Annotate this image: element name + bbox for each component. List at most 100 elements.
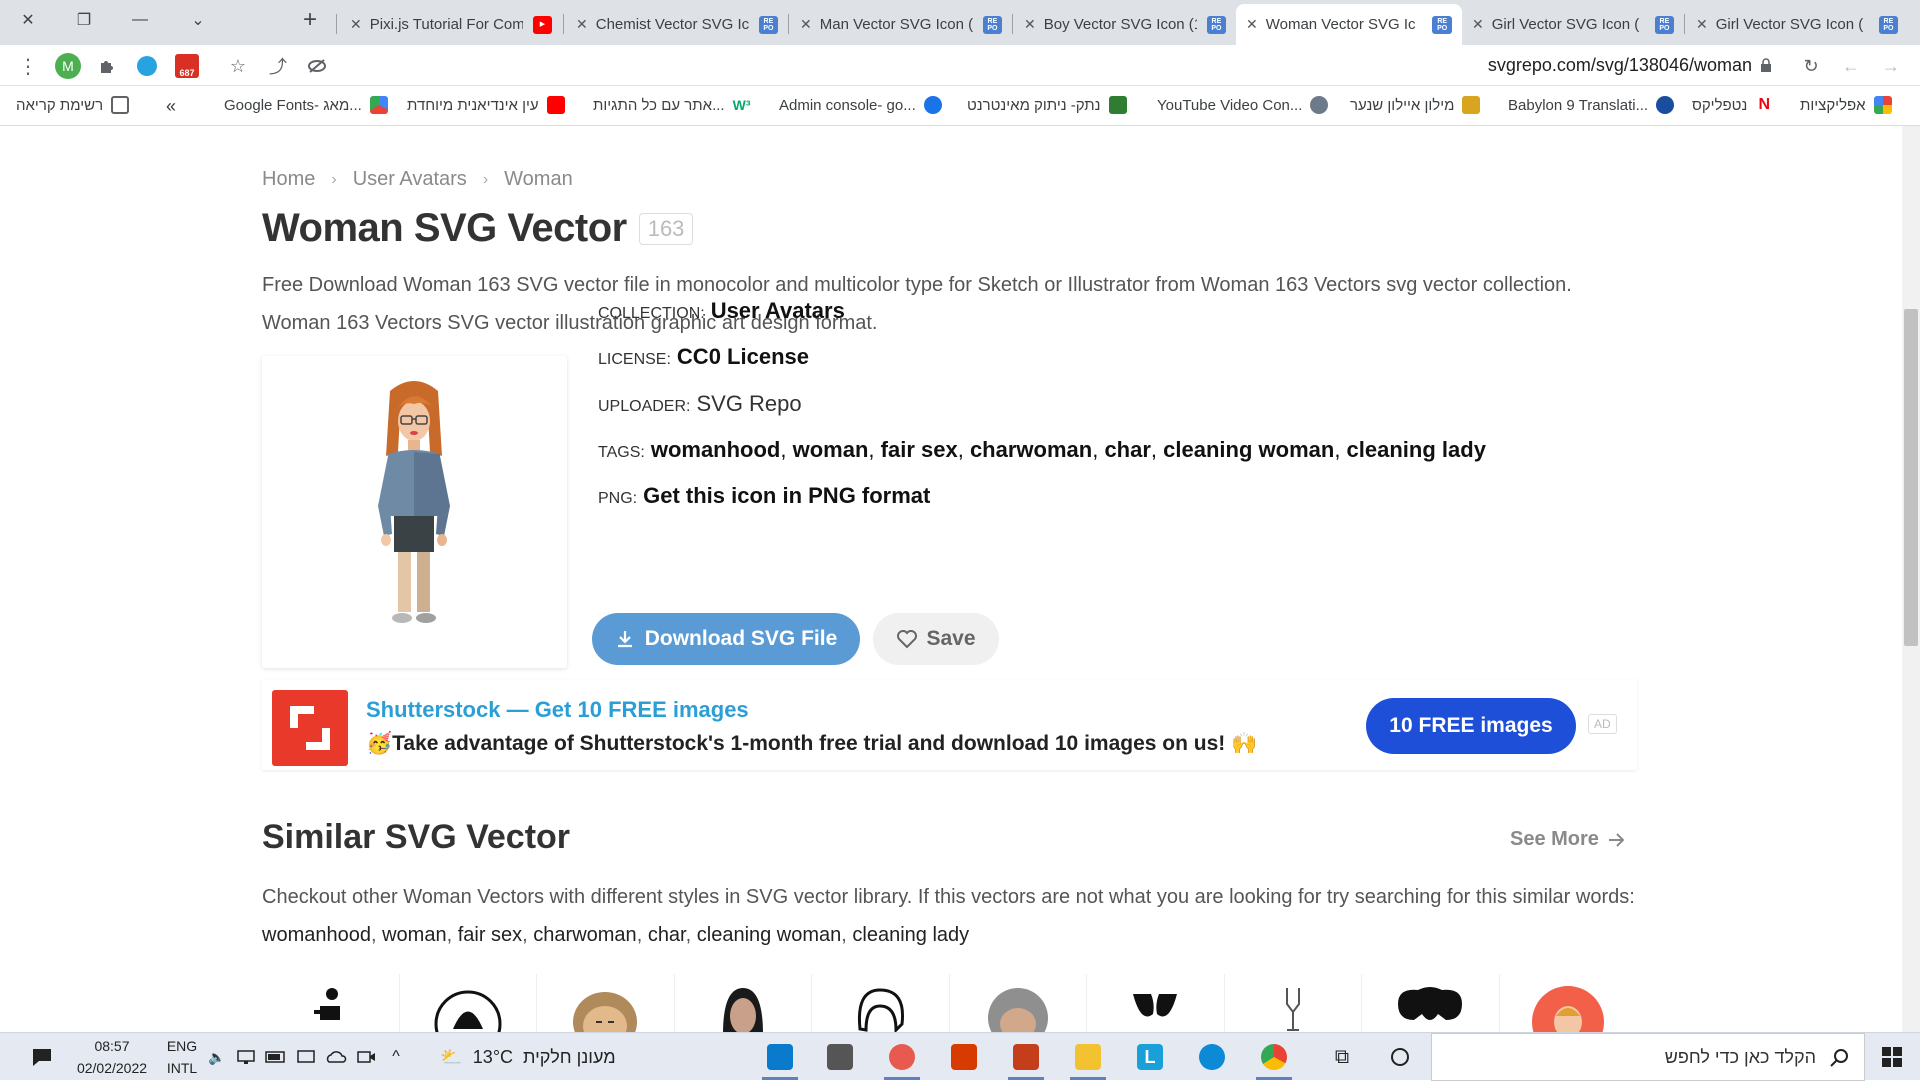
page-scrollbar[interactable] [1902, 126, 1920, 1032]
forward-arrow-icon[interactable]: → [1877, 52, 1905, 80]
similar-tag-link[interactable]: fair sex [458, 924, 522, 946]
similar-tag-link[interactable]: woman [382, 924, 446, 946]
eye-off-icon[interactable] [303, 52, 331, 80]
gmail-extension-icon[interactable]: 687 [173, 52, 201, 80]
bookmark-apps[interactable]: אפליקציות [1800, 96, 1892, 114]
similar-tag-link[interactable]: char [648, 924, 686, 946]
ad-cta-button[interactable]: 10 FREE images [1366, 698, 1576, 754]
tab-man[interactable]: ✕ Man Vector SVG Icon (1 RE PO [790, 4, 1012, 45]
close-tab-icon[interactable]: ✕ [1696, 16, 1708, 33]
new-tab-plus-icon[interactable]: + [282, 0, 338, 40]
bookmark-reading-list[interactable]: רשימת קריאה [16, 96, 130, 114]
vscode-app[interactable] [758, 1034, 802, 1080]
windows-start-icon[interactable] [1874, 1041, 1910, 1073]
snipping-tool-app[interactable] [880, 1034, 924, 1080]
bookmark-star-icon[interactable]: ☆ [224, 52, 252, 80]
similar-tag-link[interactable]: womanhood [262, 924, 371, 946]
restore-window-icon[interactable]: ❐ [56, 0, 112, 40]
similar-icon-thumb[interactable] [400, 974, 537, 1032]
close-tab-icon[interactable]: ✕ [1024, 16, 1036, 33]
scrollbar-thumb[interactable] [1904, 309, 1918, 646]
tag-link[interactable]: womanhood [651, 437, 781, 462]
minimize-window-icon[interactable]: — [112, 0, 168, 40]
breadcrumb-user-avatars[interactable]: User Avatars [353, 168, 467, 191]
bookmark-disconnect[interactable]: נתק- ניתוק מאינטרנט [967, 96, 1127, 114]
breadcrumb-woman[interactable]: Woman [504, 168, 573, 191]
tag-link[interactable]: cleaning woman [1163, 437, 1334, 462]
tab-search-chevron-icon[interactable]: ⌄ [170, 0, 226, 40]
presentation-app[interactable] [1004, 1034, 1048, 1080]
tag-link[interactable]: charwoman [970, 437, 1092, 462]
clock[interactable]: 08:57 02/02/2022 [72, 1038, 152, 1076]
bookmark-w3[interactable]: אתר עם כל התגיות... W³ [593, 96, 751, 114]
show-hidden-icons-chevron-icon[interactable]: ^ [384, 1041, 408, 1073]
chrome-app[interactable] [1252, 1034, 1296, 1080]
bookmark-admin-console[interactable]: Admin console- go... [779, 96, 942, 114]
ad-title[interactable]: Shutterstock — Get 10 FREE images [366, 697, 749, 723]
address-bar-url[interactable]: svgrepo.com/svg/138046/woman [1488, 55, 1752, 76]
tag-link[interactable]: char [1104, 437, 1150, 462]
cortana-icon[interactable] [1378, 1041, 1422, 1073]
bookmark-youtube[interactable]: עין אינדיאנית מיוחדת [407, 96, 565, 114]
shutterstock-ad[interactable]: Shutterstock — Get 10 FREE images 🥳Take … [262, 680, 1637, 770]
bookmark-youtube-converter[interactable]: YouTube Video Con... [1157, 96, 1329, 114]
edge-app[interactable] [1190, 1034, 1234, 1080]
display-settings-icon[interactable] [294, 1041, 318, 1073]
tab-boy[interactable]: ✕ Boy Vector SVG Icon (1 RE PO [1014, 4, 1236, 45]
close-tab-icon[interactable]: ✕ [800, 16, 812, 33]
bookmark-netflix[interactable]: נטפליקס N [1692, 96, 1774, 114]
similar-tag-link[interactable]: cleaning woman [697, 924, 842, 946]
weather-extension-icon[interactable] [133, 52, 161, 80]
back-arrow-icon[interactable]: ← [1837, 52, 1865, 80]
close-tab-icon[interactable]: ✕ [1472, 16, 1484, 33]
volume-icon[interactable]: 🔈 [206, 1041, 228, 1073]
similar-icon-thumb[interactable] [1087, 974, 1225, 1032]
l-app[interactable]: L [1128, 1034, 1172, 1080]
tag-link[interactable]: fair sex [881, 437, 958, 462]
tab-girl[interactable]: ✕ Girl Vector SVG Icon ( RE PO [1462, 4, 1684, 45]
see-more-link[interactable]: See More [1510, 828, 1625, 851]
collection-link[interactable]: User Avatars [711, 298, 845, 323]
similar-icon-thumb[interactable] [950, 974, 1087, 1032]
weather-widget[interactable]: ⛅ 13°C מעונן חלקית [428, 1041, 628, 1073]
battery-icon[interactable] [264, 1041, 288, 1073]
similar-icon-thumb[interactable] [1362, 974, 1500, 1032]
similar-icon-thumb[interactable] [262, 974, 400, 1032]
tab-chemist[interactable]: ✕ Chemist Vector SVG Ico RE PO [566, 4, 788, 45]
png-download-link[interactable]: Get this icon in PNG format [643, 483, 930, 508]
close-window-icon[interactable]: ✕ [0, 0, 56, 40]
close-tab-icon[interactable]: ✕ [350, 16, 362, 33]
license-link[interactable]: CC0 License [677, 344, 809, 369]
meet-now-icon[interactable] [354, 1041, 378, 1073]
tag-link[interactable]: cleaning lady [1347, 437, 1486, 462]
taskbar-search[interactable]: הקלד כאן כדי לחפש [1431, 1033, 1865, 1081]
calculator-app[interactable] [818, 1034, 862, 1080]
breadcrumb-home[interactable]: Home [262, 168, 315, 191]
similar-icon-thumb[interactable] [1500, 974, 1637, 1032]
lock-icon[interactable] [1760, 58, 1772, 72]
similar-icon-thumb[interactable] [675, 974, 812, 1032]
similar-tag-link[interactable]: cleaning lady [852, 924, 969, 946]
tag-link[interactable]: woman [793, 437, 869, 462]
menu-kebab-icon[interactable]: ⋮ [14, 52, 42, 80]
share-icon[interactable]: ⤴ [264, 52, 292, 80]
bookmark-babylon[interactable]: Babylon 9 Translati... [1508, 96, 1675, 114]
profile-avatar[interactable]: M [54, 52, 82, 80]
tab-woman[interactable]: ✕ Woman Vector SVG Ic RE PO [1236, 4, 1462, 45]
bookmark-google-fonts[interactable]: Google Fonts- מאג... [224, 96, 388, 114]
download-svg-button[interactable]: Download SVG File [592, 613, 860, 665]
close-tab-icon[interactable]: ✕ [576, 16, 588, 33]
office-app[interactable] [942, 1034, 986, 1080]
save-button[interactable]: Save [873, 613, 999, 665]
tab-pixijs[interactable]: ✕ Pixi.js Tutorial For Com ▶ [340, 4, 562, 45]
similar-icon-thumb[interactable] [812, 974, 950, 1032]
bookmarks-overflow[interactable]: « [166, 96, 176, 117]
task-view-icon[interactable]: ⧉ [1320, 1041, 1364, 1073]
action-center-icon[interactable] [24, 1041, 60, 1073]
network-icon[interactable] [234, 1041, 258, 1073]
similar-tag-link[interactable]: charwoman [533, 924, 636, 946]
extensions-puzzle-icon[interactable] [93, 52, 121, 80]
similar-icon-thumb[interactable] [1225, 974, 1362, 1032]
tab-girl-2[interactable]: ✕ Girl Vector SVG Icon ( RE PO [1686, 4, 1908, 45]
bookmark-dictionary[interactable]: מילון איילון שנער [1350, 96, 1481, 114]
